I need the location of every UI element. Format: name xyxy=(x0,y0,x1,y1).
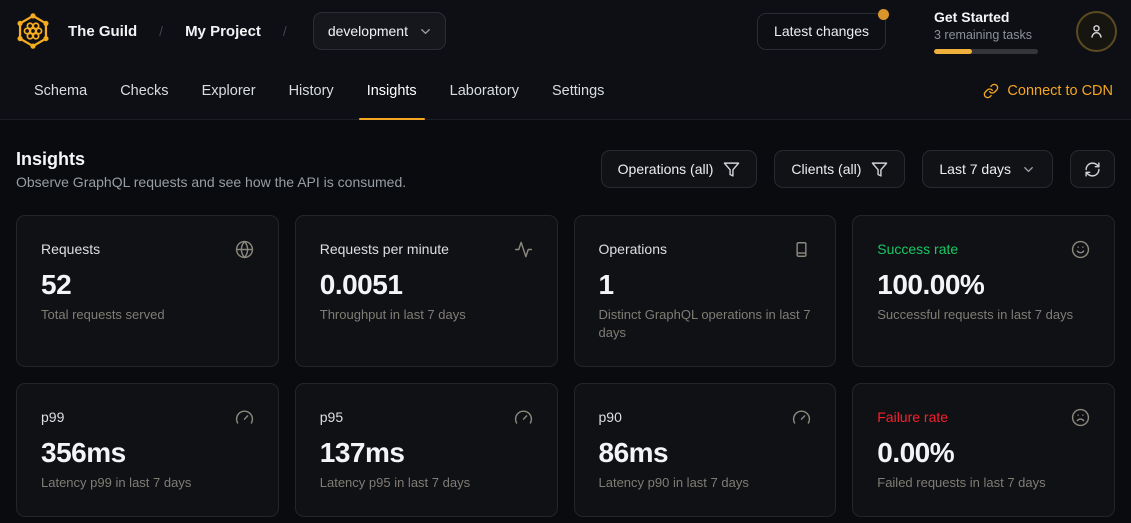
card-value: 86ms xyxy=(599,437,812,469)
tab-history[interactable]: History xyxy=(281,62,342,119)
breadcrumb-separator: / xyxy=(153,23,169,39)
get-started-subtitle: 3 remaining tasks xyxy=(934,27,1038,43)
tab-insights[interactable]: Insights xyxy=(359,62,425,119)
card-title: p90 xyxy=(599,408,622,426)
card-title: p99 xyxy=(41,408,64,426)
stat-card-success-rate: Success rate 100.00% Successful requests… xyxy=(852,215,1115,367)
card-description: Failed requests in last 7 days xyxy=(877,474,1090,492)
main-nav: Schema Checks Explorer History Insights … xyxy=(0,62,1131,120)
card-description: Total requests served xyxy=(41,306,254,324)
stat-card-p99: p99 356ms Latency p99 in last 7 days xyxy=(16,383,279,517)
breadcrumb-org[interactable]: The Guild xyxy=(62,23,143,40)
user-avatar[interactable] xyxy=(1076,11,1117,52)
stat-card-p95: p95 137ms Latency p95 in last 7 days xyxy=(295,383,558,517)
card-title: p95 xyxy=(320,408,343,426)
card-value: 1 xyxy=(599,269,812,301)
frown-icon xyxy=(1071,408,1090,427)
book-icon xyxy=(792,240,811,259)
get-started-widget[interactable]: Get Started 3 remaining tasks xyxy=(934,9,1038,54)
hive-logo-icon[interactable] xyxy=(14,12,52,50)
chevron-down-icon xyxy=(418,24,433,39)
card-value: 137ms xyxy=(320,437,533,469)
stat-card-operations: Operations 1 Distinct GraphQL operations… xyxy=(574,215,837,367)
tab-settings[interactable]: Settings xyxy=(544,62,612,119)
clients-filter-button[interactable]: Clients (all) xyxy=(774,150,905,188)
page-title: Insights xyxy=(16,148,406,171)
page-subtitle: Observe GraphQL requests and see how the… xyxy=(16,174,406,190)
page-heading: Insights Observe GraphQL requests and se… xyxy=(16,148,406,190)
stats-grid: Requests 52 Total requests served Reques… xyxy=(16,215,1115,517)
link-icon xyxy=(983,83,999,99)
card-value: 52 xyxy=(41,269,254,301)
target-selector[interactable]: development xyxy=(313,12,446,50)
chevron-down-icon xyxy=(1021,162,1036,177)
card-title: Success rate xyxy=(877,240,958,258)
globe-icon xyxy=(235,240,254,259)
nav-tabs: Schema Checks Explorer History Insights … xyxy=(26,62,629,119)
gauge-icon xyxy=(792,408,811,427)
card-value: 0.00% xyxy=(877,437,1090,469)
operations-filter-button[interactable]: Operations (all) xyxy=(601,150,758,188)
target-selector-value: development xyxy=(328,23,408,39)
notification-dot xyxy=(878,9,889,20)
card-description: Latency p99 in last 7 days xyxy=(41,474,254,492)
operations-filter-label: Operations (all) xyxy=(618,161,714,177)
tab-laboratory[interactable]: Laboratory xyxy=(442,62,527,119)
connect-cdn-label: Connect to CDN xyxy=(1007,83,1113,99)
filter-icon xyxy=(723,161,740,178)
tab-schema[interactable]: Schema xyxy=(26,62,95,119)
card-description: Distinct GraphQL operations in last 7 da… xyxy=(599,306,812,342)
smile-icon xyxy=(1071,240,1090,259)
card-title: Requests xyxy=(41,240,100,258)
refresh-button[interactable] xyxy=(1070,150,1115,188)
latest-changes-button[interactable]: Latest changes xyxy=(757,13,886,50)
person-icon xyxy=(1087,22,1106,41)
breadcrumb-separator: / xyxy=(277,23,293,39)
period-select-value: Last 7 days xyxy=(939,161,1011,177)
card-description: Throughput in last 7 days xyxy=(320,306,533,324)
stat-card-p90: p90 86ms Latency p90 in last 7 days xyxy=(574,383,837,517)
latest-changes-label: Latest changes xyxy=(774,23,869,39)
card-title: Operations xyxy=(599,240,667,258)
progress-fill xyxy=(934,49,972,54)
card-description: Latency p90 in last 7 days xyxy=(599,474,812,492)
gauge-icon xyxy=(514,408,533,427)
breadcrumb-project[interactable]: My Project xyxy=(179,23,267,40)
card-title: Failure rate xyxy=(877,408,948,426)
card-value: 0.0051 xyxy=(320,269,533,301)
get-started-title: Get Started xyxy=(934,9,1038,26)
activity-icon xyxy=(514,240,533,259)
card-value: 356ms xyxy=(41,437,254,469)
filter-toolbar: Operations (all) Clients (all) Last 7 da… xyxy=(601,150,1115,188)
insights-page: Insights Observe GraphQL requests and se… xyxy=(0,120,1131,517)
card-description: Latency p95 in last 7 days xyxy=(320,474,533,492)
stat-card-failure-rate: Failure rate 0.00% Failed requests in la… xyxy=(852,383,1115,517)
period-select[interactable]: Last 7 days xyxy=(922,150,1053,188)
card-value: 100.00% xyxy=(877,269,1090,301)
clients-filter-label: Clients (all) xyxy=(791,161,861,177)
card-description: Successful requests in last 7 days xyxy=(877,306,1090,324)
card-title: Requests per minute xyxy=(320,240,449,258)
stat-card-requests: Requests 52 Total requests served xyxy=(16,215,279,367)
connect-cdn-link[interactable]: Connect to CDN xyxy=(983,62,1113,119)
stat-card-rpm: Requests per minute 0.0051 Throughput in… xyxy=(295,215,558,367)
tab-explorer[interactable]: Explorer xyxy=(194,62,264,119)
gauge-icon xyxy=(235,408,254,427)
tab-checks[interactable]: Checks xyxy=(112,62,176,119)
progress-bar xyxy=(934,49,1038,54)
filter-icon xyxy=(871,161,888,178)
refresh-icon xyxy=(1084,161,1101,178)
top-header: The Guild / My Project / development Lat… xyxy=(0,0,1131,62)
